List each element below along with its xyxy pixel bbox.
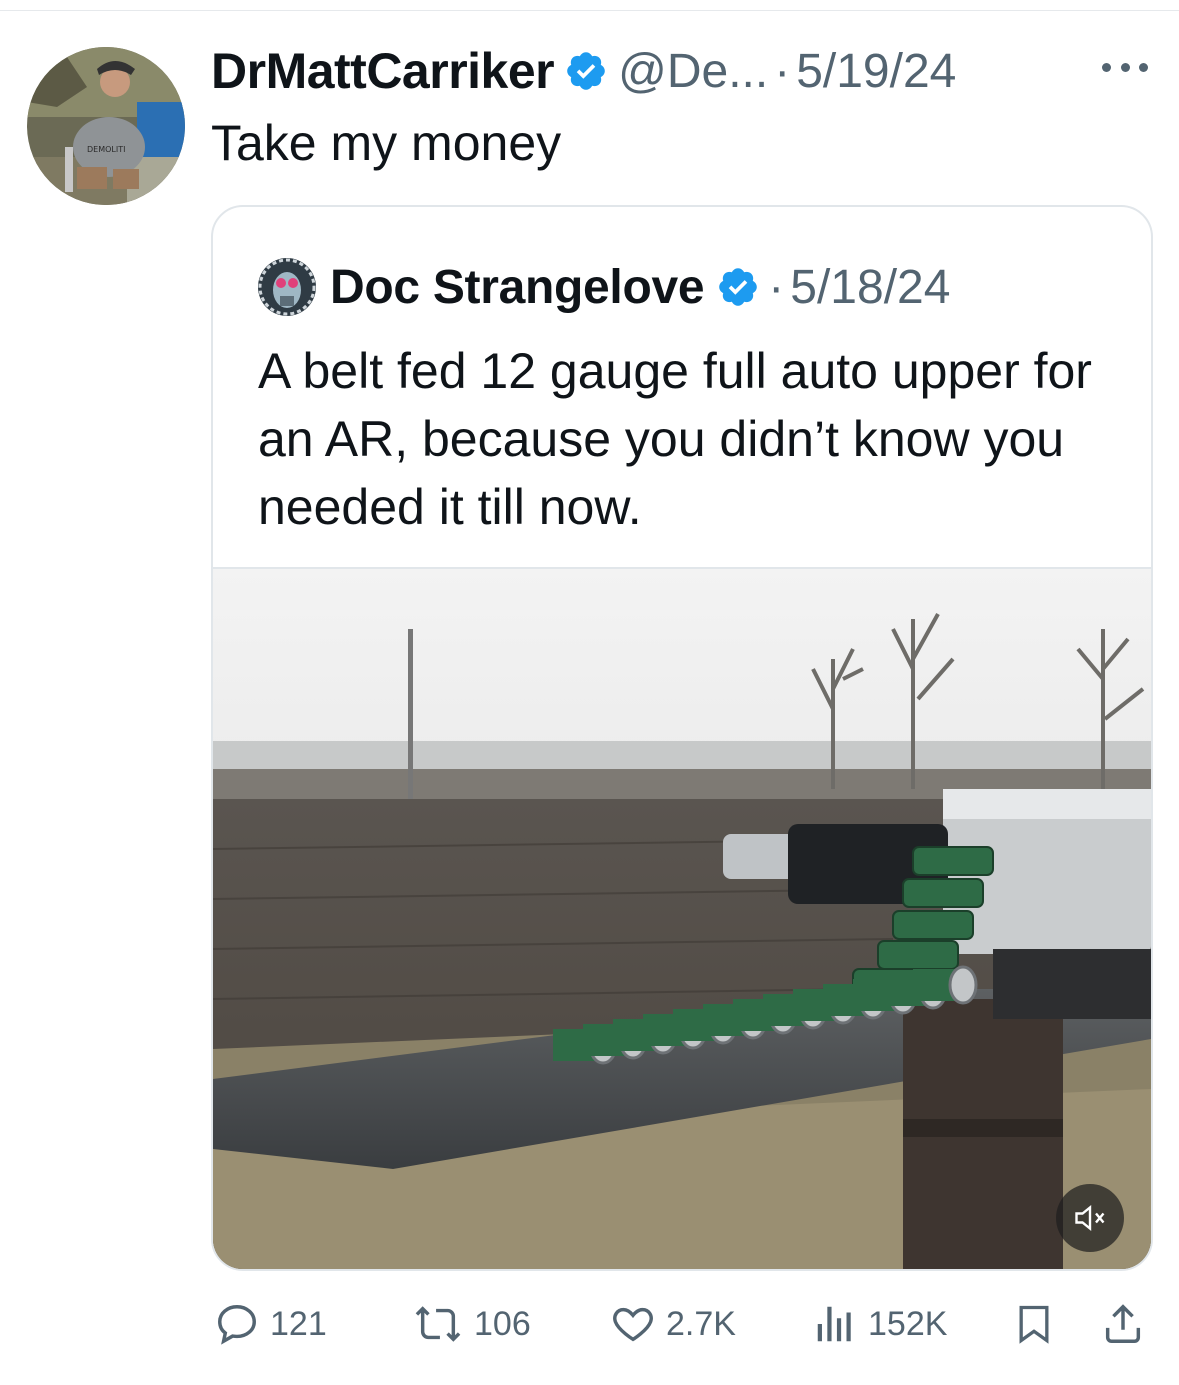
author-avatar[interactable]: DEMOLITI [27, 47, 185, 205]
volume-muted-icon[interactable] [1056, 1184, 1124, 1252]
tweet-action-bar: 121 106 2.7K 152K [0, 1292, 1179, 1356]
quoted-tweet-header: Doc Strangelove · 5/18/24 [258, 255, 950, 319]
share-button[interactable] [1100, 1292, 1146, 1356]
tweet-date[interactable]: 5/19/24 [796, 44, 956, 99]
bookmark-icon [1012, 1301, 1056, 1347]
header-separator: · [774, 44, 791, 98]
reply-icon [214, 1301, 260, 1347]
like-button[interactable]: 2.7K [610, 1292, 736, 1356]
bookmark-button[interactable] [1012, 1292, 1056, 1356]
quoted-header-separator: · [768, 260, 785, 314]
quoted-tweet-text: A belt fed 12 gauge full auto upper for … [258, 343, 1092, 535]
views-count: 152K [868, 1304, 948, 1343]
repost-button[interactable]: 106 [412, 1292, 531, 1356]
tweet-header: DrMattCarriker @De... · 5/19/24 [211, 40, 956, 102]
tweet-text: Take my money [211, 115, 562, 171]
author-handle[interactable]: @De... [618, 44, 768, 99]
belt-shell-head [948, 965, 978, 1005]
quoted-author-avatar[interactable] [258, 258, 316, 316]
avatar-shirt-print: DEMOLITI [87, 145, 125, 154]
repost-count: 106 [474, 1304, 531, 1343]
reply-button[interactable]: 121 [214, 1292, 327, 1356]
top-divider [0, 10, 1179, 11]
repost-icon [412, 1301, 464, 1347]
like-count: 2.7K [666, 1304, 736, 1343]
quoted-video[interactable]: (function(){ var g = document.getElement… [213, 569, 1151, 1269]
verified-badge-icon [564, 49, 608, 93]
more-horizontal-icon[interactable] [1102, 52, 1148, 82]
quoted-tweet-card[interactable]: Doc Strangelove · 5/18/24 A belt fed 12 … [211, 205, 1153, 1271]
reply-count: 121 [270, 1304, 327, 1343]
views-icon [812, 1301, 858, 1347]
share-icon [1100, 1301, 1146, 1347]
views-button[interactable]: 152K [812, 1292, 947, 1356]
verified-badge-icon [716, 265, 760, 309]
quoted-tweet-date[interactable]: 5/18/24 [790, 260, 950, 315]
like-icon [610, 1301, 656, 1347]
author-name[interactable]: DrMattCarriker [211, 42, 555, 100]
quoted-author-name[interactable]: Doc Strangelove [330, 260, 705, 315]
